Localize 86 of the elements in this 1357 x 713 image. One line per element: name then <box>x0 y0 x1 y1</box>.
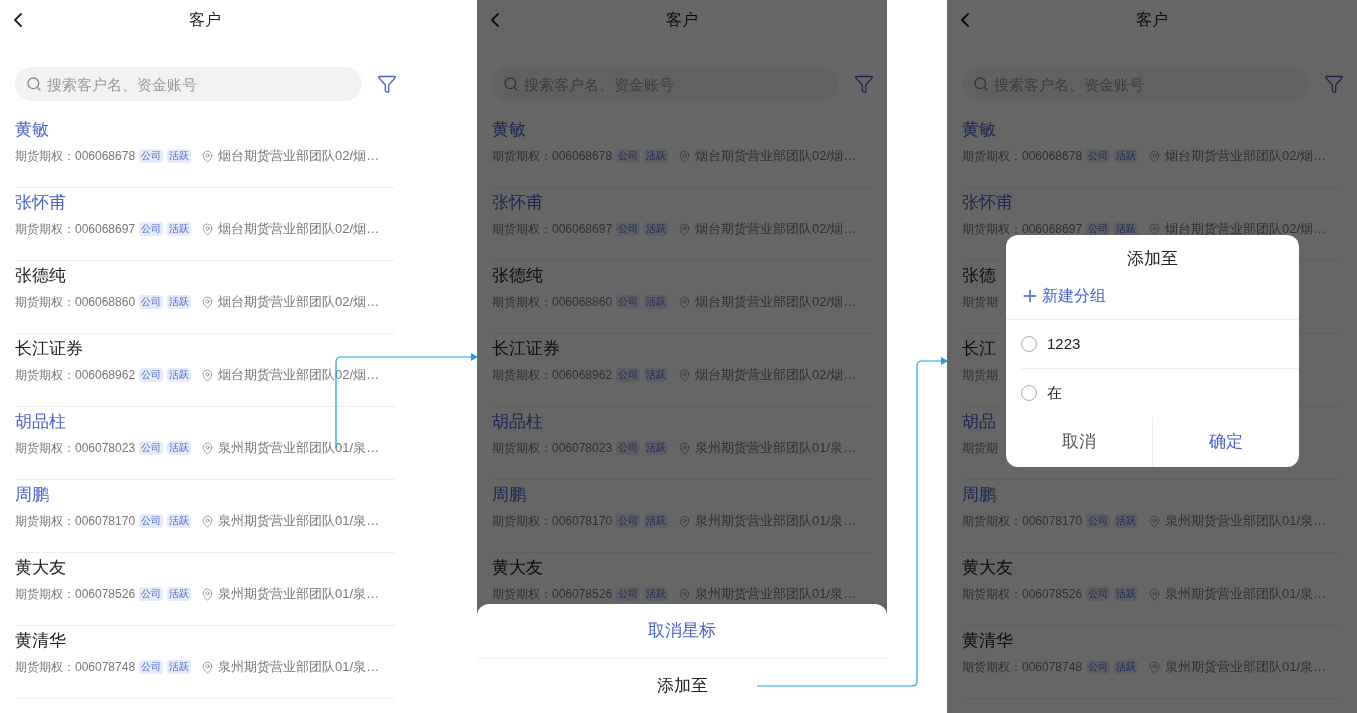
customer-name[interactable]: 长江证券 <box>492 337 560 361</box>
location-pin-icon <box>678 149 692 163</box>
customer-tag: 活跃 <box>167 441 192 455</box>
location-pin-icon <box>201 587 215 601</box>
filter-icon[interactable] <box>854 74 874 94</box>
screen-title: 客户 <box>1136 10 1168 30</box>
customer-name[interactable]: 张怀甫 <box>15 191 66 215</box>
account-number: 期货期权：006078748 <box>15 659 136 676</box>
group-option[interactable]: 在 <box>1021 369 1062 417</box>
branch-name: 泉州期货营业部团队01/泉… <box>218 585 380 604</box>
branch-name: 烟台期货营业部团队02/烟… <box>218 220 380 239</box>
group-option[interactable]: 1223 <box>1021 320 1081 368</box>
search-icon <box>26 76 42 92</box>
screen-title: 客户 <box>666 10 698 30</box>
customer-tag: 公司 <box>139 587 164 601</box>
search-icon <box>503 76 519 92</box>
sheet-action[interactable]: 取消星标 <box>477 604 887 658</box>
customer-tag: 公司 <box>139 149 164 163</box>
customer-tag: 公司 <box>139 660 164 674</box>
customer-tag: 公司 <box>139 222 164 236</box>
customer-name[interactable]: 胡品柱 <box>15 410 66 434</box>
branch-name: 泉州期货营业部团队01/泉… <box>218 439 380 458</box>
location-pin-icon <box>201 514 215 528</box>
customer-name[interactable]: 黄大友 <box>962 556 1013 580</box>
location-pin-icon <box>201 149 215 163</box>
customer-tag: 活跃 <box>167 587 192 601</box>
customer-name[interactable]: 张德纯 <box>15 264 66 288</box>
dialog-button[interactable]: 取消 <box>1006 417 1152 467</box>
customer-name[interactable]: 长江 <box>962 337 996 361</box>
location-pin-icon <box>201 441 215 455</box>
account-number: 期货期权：006068860 <box>15 294 136 311</box>
account-number: 期货期权：006078023 <box>15 440 136 457</box>
location-pin-icon <box>201 660 215 674</box>
location-pin-icon <box>201 368 215 382</box>
customer-name[interactable]: 周鹏 <box>15 483 49 507</box>
customer-name[interactable]: 张德 <box>962 264 996 288</box>
filter-icon[interactable] <box>377 74 397 94</box>
customer-tag: 活跃 <box>167 295 192 309</box>
location-pin-icon <box>678 514 692 528</box>
search-field[interactable]: 搜索客户名、资金账号 <box>15 67 362 101</box>
customer-tag: 公司 <box>139 441 164 455</box>
radio-button[interactable] <box>1021 385 1037 401</box>
location-pin-icon <box>678 295 692 309</box>
customer-tag: 公司 <box>139 368 164 382</box>
customer-name[interactable]: 黄清华 <box>962 629 1013 653</box>
location-pin-icon <box>1148 149 1162 163</box>
customer-name[interactable]: 长江证券 <box>15 337 83 361</box>
account-number: 期货期权：006068697 <box>15 221 136 238</box>
location-pin-icon <box>1148 514 1162 528</box>
customer-name[interactable]: 黄敏 <box>15 118 49 142</box>
account-number: 期货期权：006078526 <box>15 586 136 603</box>
branch-name: 烟台期货营业部团队02/烟… <box>218 147 380 166</box>
customer-tag: 公司 <box>139 514 164 528</box>
location-pin-icon <box>678 441 692 455</box>
location-pin-icon <box>201 295 215 309</box>
radio-button[interactable] <box>1021 336 1037 352</box>
location-pin-icon <box>678 222 692 236</box>
customer-tag: 活跃 <box>167 222 192 236</box>
customer-tag: 活跃 <box>167 149 192 163</box>
location-pin-icon <box>1148 587 1162 601</box>
location-pin-icon <box>678 368 692 382</box>
location-pin-icon <box>1148 660 1162 674</box>
customer-tag: 公司 <box>139 295 164 309</box>
customer-name[interactable]: 黄清华 <box>15 629 66 653</box>
branch-name: 泉州期货营业部团队01/泉… <box>218 658 380 677</box>
customer-name[interactable]: 黄大友 <box>15 556 66 580</box>
search-icon <box>973 76 989 92</box>
customer-tag: 活跃 <box>167 514 192 528</box>
dialog-button[interactable]: 确定 <box>1152 417 1299 467</box>
location-pin-icon <box>1148 222 1162 236</box>
account-number: 期货期权：006068962 <box>15 367 136 384</box>
branch-name: 泉州期货营业部团队01/泉… <box>218 512 380 531</box>
filter-icon[interactable] <box>1324 74 1344 94</box>
location-pin-icon <box>201 222 215 236</box>
account-number: 期货期权：006068678 <box>15 148 136 165</box>
customer-tag: 活跃 <box>167 660 192 674</box>
customer-name[interactable]: 张德纯 <box>492 264 543 288</box>
branch-name: 烟台期货营业部团队02/烟… <box>218 293 380 312</box>
dialog-title: 添加至 <box>1126 248 1179 270</box>
location-pin-icon <box>678 587 692 601</box>
new-group-button[interactable]: 新建分组 <box>1006 281 1120 319</box>
customer-name[interactable]: 黄大友 <box>492 556 543 580</box>
screen-title: 客户 <box>189 10 221 30</box>
customer-tag: 活跃 <box>167 368 192 382</box>
sheet-action[interactable]: 添加至 <box>477 659 887 713</box>
account-number: 期货期权：006078170 <box>15 513 136 530</box>
